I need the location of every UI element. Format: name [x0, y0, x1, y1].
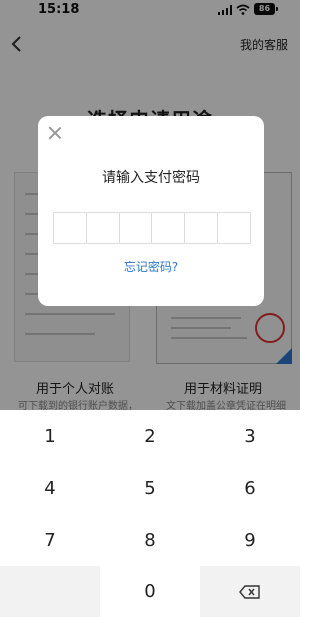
- pin-cell: [54, 213, 87, 243]
- pin-cell: [87, 213, 120, 243]
- forgot-password-link[interactable]: 忘记密码?: [38, 258, 264, 275]
- pin-cell: [218, 213, 250, 243]
- key-9[interactable]: 9: [200, 514, 300, 566]
- dialog-title: 请输入支付密码: [102, 170, 200, 186]
- key-7[interactable]: 7: [0, 514, 100, 566]
- key-6[interactable]: 6: [200, 462, 300, 514]
- pin-cell: [120, 213, 153, 243]
- key-3[interactable]: 3: [200, 410, 300, 462]
- pin-cell: [185, 213, 219, 243]
- key-0[interactable]: 0: [100, 566, 200, 617]
- key-1[interactable]: 1: [0, 410, 100, 462]
- pin-cell: [152, 213, 186, 243]
- backspace-icon: [239, 584, 260, 599]
- key-4[interactable]: 4: [0, 462, 100, 514]
- close-icon[interactable]: [48, 126, 62, 140]
- pin-input[interactable]: [53, 212, 251, 244]
- payment-password-dialog: 请输入支付密码 忘记密码?: [38, 116, 264, 306]
- numeric-keypad: 1 2 3 4 5 6 7 8 9 0: [0, 410, 300, 617]
- key-8[interactable]: 8: [100, 514, 200, 566]
- key-blank: [0, 566, 100, 617]
- key-2[interactable]: 2: [100, 410, 200, 462]
- delete-key[interactable]: [200, 566, 300, 617]
- key-5[interactable]: 5: [100, 462, 200, 514]
